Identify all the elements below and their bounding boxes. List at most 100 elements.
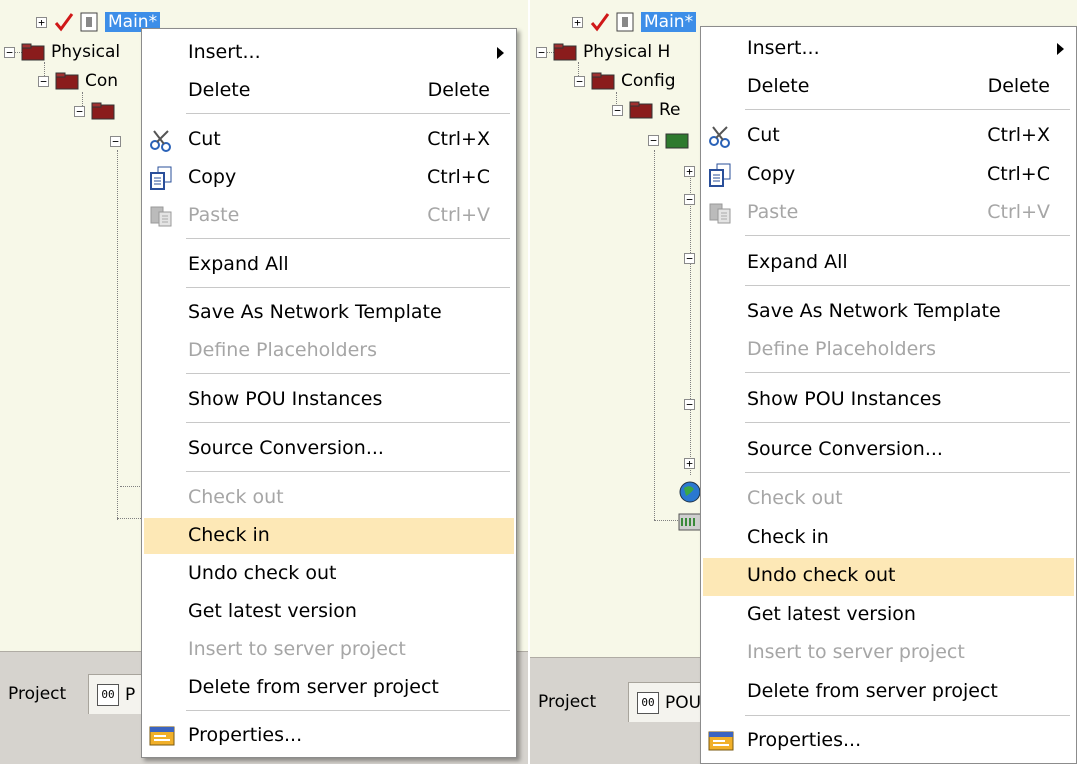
properties-icon <box>708 731 734 751</box>
menu-item-delete-from-server-project[interactable]: Delete from server project <box>703 674 1074 710</box>
object-icon <box>616 12 634 32</box>
menu-item-copy[interactable]: Copy Ctrl+C <box>703 157 1074 193</box>
tree-node-physical[interactable]: − Physical H <box>536 39 670 65</box>
left-panel: + Main* − Physical − Con − − Project 00 <box>0 0 528 764</box>
tree-label-physical[interactable]: Physical H <box>583 42 670 62</box>
expand-icon[interactable]: + <box>684 457 695 469</box>
menu-item-label: Save As Network Template <box>747 300 1001 322</box>
tree-node-resource[interactable]: − <box>74 98 121 124</box>
menu-item-expand-all[interactable]: Expand All <box>144 247 514 283</box>
menu-item-label: Get latest version <box>188 600 357 622</box>
menu-item-label: Properties... <box>747 729 862 751</box>
menu-separator <box>186 471 510 473</box>
menu-item-label: Paste <box>747 201 799 223</box>
tab-project[interactable]: Project <box>530 682 622 722</box>
tree-node-child[interactable]: − <box>684 186 701 212</box>
menu-item-label: Check out <box>188 486 284 508</box>
menu-item-properties[interactable]: Properties... <box>144 718 514 754</box>
menu-item-label: Insert... <box>188 41 261 63</box>
menu-item-label: Show POU Instances <box>747 388 942 410</box>
expand-icon[interactable]: + <box>572 16 583 28</box>
menu-item-label: Paste <box>188 204 240 226</box>
menu-item-check-in[interactable]: Check in <box>144 518 514 554</box>
tree-label-physical[interactable]: Physical <box>51 42 120 62</box>
menu-item-check-in[interactable]: Check in <box>703 520 1074 556</box>
menu-item-label: Properties... <box>188 724 303 746</box>
menu-item-check-out[interactable]: Check out <box>703 481 1074 517</box>
tree-node-config[interactable]: − Config <box>574 68 676 94</box>
menu-item-label: Check out <box>747 487 843 509</box>
menu-item-source-conversion[interactable]: Source Conversion... <box>703 432 1074 468</box>
menu-item-delete[interactable]: Delete Delete <box>144 73 514 109</box>
menu-item-label: Cut <box>188 128 221 150</box>
menu-item-get-latest-version[interactable]: Get latest version <box>703 597 1074 633</box>
menu-item-properties[interactable]: Properties... <box>703 723 1074 759</box>
menu-item-define-placeholders[interactable]: Define Placeholders <box>703 332 1074 368</box>
collapse-icon[interactable]: − <box>536 46 547 58</box>
menu-item-save-network-template[interactable]: Save As Network Template <box>703 294 1074 330</box>
menu-item-show-pou-instances[interactable]: Show POU Instances <box>144 382 514 418</box>
menu-item-paste[interactable]: Paste Ctrl+V <box>144 198 514 234</box>
menu-item-undo-check-out[interactable]: Undo check out <box>703 558 1074 596</box>
collapse-icon[interactable]: − <box>38 75 49 87</box>
collapse-icon[interactable]: − <box>648 134 659 146</box>
context-menu: Insert... Delete Delete Cut Ctrl+X Copy … <box>700 26 1077 764</box>
menu-item-insert[interactable]: Insert... <box>703 31 1074 67</box>
menu-item-copy[interactable]: Copy Ctrl+C <box>144 160 514 196</box>
tree-node-physical[interactable]: − Physical <box>4 39 120 65</box>
menu-item-shortcut: Ctrl+X <box>427 128 490 150</box>
menu-item-save-network-template[interactable]: Save As Network Template <box>144 295 514 331</box>
menu-item-show-pou-instances[interactable]: Show POU Instances <box>703 382 1074 418</box>
tree-node-child[interactable]: + <box>684 450 701 476</box>
menu-separator <box>745 235 1070 237</box>
tree-node-child[interactable]: − <box>684 391 701 417</box>
menu-separator <box>186 373 510 375</box>
menu-item-label: Define Placeholders <box>188 339 377 361</box>
tree-node-config[interactable]: − Con <box>38 68 118 94</box>
tab-project[interactable]: Project <box>0 674 86 714</box>
menu-item-insert-to-server-project[interactable]: Insert to server project <box>703 635 1074 671</box>
tree-label-config[interactable]: Con <box>85 71 118 91</box>
collapse-icon[interactable]: − <box>684 193 695 205</box>
menu-item-get-latest-version[interactable]: Get latest version <box>144 594 514 630</box>
collapse-icon[interactable]: − <box>110 135 121 147</box>
collapse-icon[interactable]: − <box>612 104 623 116</box>
tree-node-child[interactable]: + <box>684 158 701 184</box>
menu-item-delete[interactable]: Delete Delete <box>703 69 1074 105</box>
menu-item-insert-to-server-project[interactable]: Insert to server project <box>144 632 514 668</box>
folder-icon <box>21 43 45 61</box>
menu-item-source-conversion[interactable]: Source Conversion... <box>144 431 514 467</box>
collapse-icon[interactable]: − <box>684 398 695 410</box>
expand-icon[interactable]: + <box>36 16 47 28</box>
tree-node-main[interactable]: + Main* <box>572 9 697 35</box>
menu-item-label: Insert to server project <box>188 638 406 660</box>
tree-label-config[interactable]: Config <box>621 71 676 91</box>
folder-icon <box>55 72 79 90</box>
expand-icon[interactable]: + <box>684 165 695 177</box>
folder-icon <box>591 72 615 90</box>
collapse-icon[interactable]: − <box>74 105 85 117</box>
menu-item-check-out[interactable]: Check out <box>144 480 514 516</box>
menu-separator <box>186 422 510 424</box>
menu-item-label: Delete <box>188 79 251 101</box>
tree-node-resource[interactable]: − Re <box>612 97 681 123</box>
tree-node-task[interactable]: − <box>110 128 127 154</box>
menu-item-undo-check-out[interactable]: Undo check out <box>144 556 514 592</box>
tree-label-resource[interactable]: Re <box>659 100 681 120</box>
menu-item-shortcut: Ctrl+V <box>427 204 490 226</box>
tree-node-child[interactable]: − <box>684 245 701 271</box>
menu-item-cut[interactable]: Cut Ctrl+X <box>144 122 514 158</box>
tree-label-main[interactable]: Main* <box>641 12 697 32</box>
tab-pou-label: P <box>125 684 136 705</box>
menu-item-define-placeholders[interactable]: Define Placeholders <box>144 333 514 369</box>
menu-item-delete-from-server-project[interactable]: Delete from server project <box>144 670 514 706</box>
menu-item-expand-all[interactable]: Expand All <box>703 245 1074 281</box>
collapse-icon[interactable]: − <box>4 46 15 58</box>
menu-item-paste[interactable]: Paste Ctrl+V <box>703 195 1074 231</box>
collapse-icon[interactable]: − <box>574 75 585 87</box>
collapse-icon[interactable]: − <box>684 252 695 264</box>
menu-item-insert[interactable]: Insert... <box>144 35 514 71</box>
menu-item-cut[interactable]: Cut Ctrl+X <box>703 118 1074 154</box>
menu-item-label: Undo check out <box>747 564 896 586</box>
tree-node-task[interactable]: − <box>648 127 695 153</box>
